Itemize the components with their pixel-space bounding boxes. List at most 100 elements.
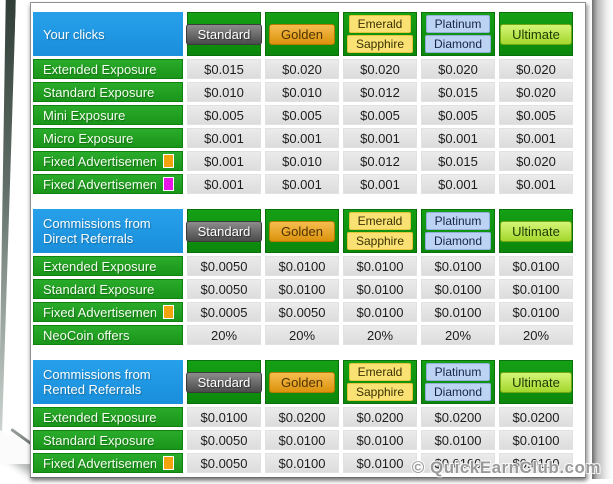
screenshot-frame: Your clicks Standard Golden Emerald Sapphire… bbox=[0, 0, 613, 484]
row-label-text: Extended Exposure bbox=[43, 258, 157, 274]
price-cell: $0.0100 bbox=[499, 302, 573, 322]
row-label: Fixed Advertisements bbox=[33, 453, 183, 473]
price-cell: $0.005 bbox=[265, 105, 339, 125]
price-cell: $0.001 bbox=[343, 128, 417, 148]
row-label: Standard Exposure bbox=[33, 279, 183, 299]
price-cell: $0.020 bbox=[499, 59, 573, 79]
price-cell: $0.001 bbox=[265, 128, 339, 148]
price-cell: $0.001 bbox=[421, 174, 495, 194]
plan-badge: Ultimate bbox=[500, 23, 572, 45]
orange-marker-icon bbox=[163, 305, 174, 319]
price-cell: $0.020 bbox=[499, 151, 573, 171]
price-cell: $0.0100 bbox=[343, 256, 417, 276]
price-cell: $0.0100 bbox=[187, 407, 261, 427]
plan-header-cell: Emerald Sapphire bbox=[343, 209, 417, 253]
row-label-text: Standard Exposure bbox=[43, 84, 155, 100]
plan-header-cell: Golden bbox=[265, 12, 339, 56]
row-label-text: Fixed Advertisements bbox=[43, 153, 156, 169]
price-cell: $0.0100 bbox=[265, 430, 339, 450]
table-title: Commissions from Direct Referrals bbox=[33, 209, 183, 253]
price-cell: $0.0100 bbox=[265, 256, 339, 276]
plan-header-cell: Platinum Diamond bbox=[421, 209, 495, 253]
price-cell: $0.0050 bbox=[187, 453, 261, 473]
price-cell: $0.0100 bbox=[343, 279, 417, 299]
row-label-text: Fixed Advertisements bbox=[43, 455, 156, 471]
price-cell: 20% bbox=[265, 325, 339, 345]
price-cell: 20% bbox=[187, 325, 261, 345]
pricing-panel: Your clicks Standard Golden Emerald Sapphire… bbox=[30, 2, 586, 478]
price-cell: $0.0100 bbox=[343, 453, 417, 473]
plan-header-cell: Ultimate bbox=[499, 360, 573, 404]
price-cell: $0.001 bbox=[187, 128, 261, 148]
plan-badge: Sapphire bbox=[346, 35, 414, 53]
pricing-table: Commissions from Direct Referrals Standar… bbox=[33, 209, 577, 345]
price-cell: $0.001 bbox=[343, 174, 417, 194]
plan-badge: Platinum bbox=[425, 212, 491, 230]
price-cell: $0.0100 bbox=[499, 256, 573, 276]
plan-badge: Ultimate bbox=[500, 371, 572, 393]
price-cell: $0.0100 bbox=[421, 302, 495, 322]
pricing-table: Commissions from Rented Referrals Standar… bbox=[33, 360, 577, 473]
row-label-text: Fixed Advertisements bbox=[43, 304, 156, 320]
row-label: Micro Exposure bbox=[33, 128, 183, 148]
plan-header-cell: Standard bbox=[185, 360, 263, 404]
price-cell: $0.0050 bbox=[187, 256, 261, 276]
row-label: Fixed Advertisements bbox=[33, 302, 183, 322]
price-cell: $0.005 bbox=[421, 105, 495, 125]
plan-badge: Emerald bbox=[348, 15, 412, 33]
price-cell: $0.0100 bbox=[421, 430, 495, 450]
plan-badge: Diamond bbox=[424, 232, 492, 250]
price-cell: $0.015 bbox=[421, 151, 495, 171]
price-cell: $0.0005 bbox=[187, 302, 261, 322]
plan-badge: Standard bbox=[185, 220, 263, 242]
plan-badge: Emerald bbox=[348, 212, 412, 230]
row-label: Standard Exposure bbox=[33, 430, 183, 450]
price-cell: $0.0200 bbox=[499, 407, 573, 427]
price-cell: $0.001 bbox=[499, 174, 573, 194]
price-cell: $0.020 bbox=[265, 59, 339, 79]
price-cell: $0.005 bbox=[187, 105, 261, 125]
plan-badge: Sapphire bbox=[346, 383, 414, 401]
orange-marker-icon bbox=[163, 456, 174, 470]
price-cell: $0.0100 bbox=[499, 279, 573, 299]
price-cell: $0.012 bbox=[343, 82, 417, 102]
price-cell: 20% bbox=[499, 325, 573, 345]
row-label: Standard Exposure bbox=[33, 82, 183, 102]
price-cell: $0.0200 bbox=[343, 407, 417, 427]
price-cell: $0.001 bbox=[499, 128, 573, 148]
plan-header-cell: Ultimate bbox=[499, 209, 573, 253]
plan-badge: Emerald bbox=[348, 363, 412, 381]
row-label: NeoCoin offers bbox=[33, 325, 183, 345]
plan-badge: Golden bbox=[269, 220, 335, 242]
plan-header-cell: Standard bbox=[185, 209, 263, 253]
plan-header-cell: Golden bbox=[265, 360, 339, 404]
orange-marker-icon bbox=[163, 154, 174, 168]
row-label: Mini Exposure bbox=[33, 105, 183, 125]
plan-badge: Standard bbox=[185, 371, 263, 393]
price-cell: $0.012 bbox=[343, 151, 417, 171]
row-label-text: Extended Exposure bbox=[43, 409, 157, 425]
price-cell: $0.005 bbox=[343, 105, 417, 125]
price-cell: $0.0100 bbox=[265, 453, 339, 473]
plan-badge: Standard bbox=[185, 23, 263, 45]
pricing-table: Your clicks Standard Golden Emerald Sapphire… bbox=[33, 12, 577, 194]
price-cell: $0.001 bbox=[265, 174, 339, 194]
price-cell: $0.001 bbox=[187, 151, 261, 171]
row-label-text: Fixed Advertisements bbox=[43, 176, 156, 192]
plan-badge: Platinum bbox=[425, 363, 491, 381]
price-cell: $0.001 bbox=[421, 128, 495, 148]
row-label-text: NeoCoin offers bbox=[43, 327, 130, 343]
row-label: Extended Exposure bbox=[33, 59, 183, 79]
price-cell: $0.020 bbox=[421, 59, 495, 79]
plan-badge: Platinum bbox=[425, 15, 491, 33]
row-label-text: Extended Exposure bbox=[43, 61, 157, 77]
price-cell: $0.0100 bbox=[421, 256, 495, 276]
plan-badge: Sapphire bbox=[346, 232, 414, 250]
tables-container: Your clicks Standard Golden Emerald Sapphire… bbox=[33, 12, 577, 473]
row-label: Extended Exposure bbox=[33, 256, 183, 276]
watermark: © QuickEarnClub.com bbox=[411, 458, 601, 477]
price-cell: $0.0050 bbox=[265, 302, 339, 322]
plan-header-cell: Emerald Sapphire bbox=[343, 12, 417, 56]
price-cell: $0.005 bbox=[499, 105, 573, 125]
plan-header-cell: Platinum Diamond bbox=[421, 12, 495, 56]
